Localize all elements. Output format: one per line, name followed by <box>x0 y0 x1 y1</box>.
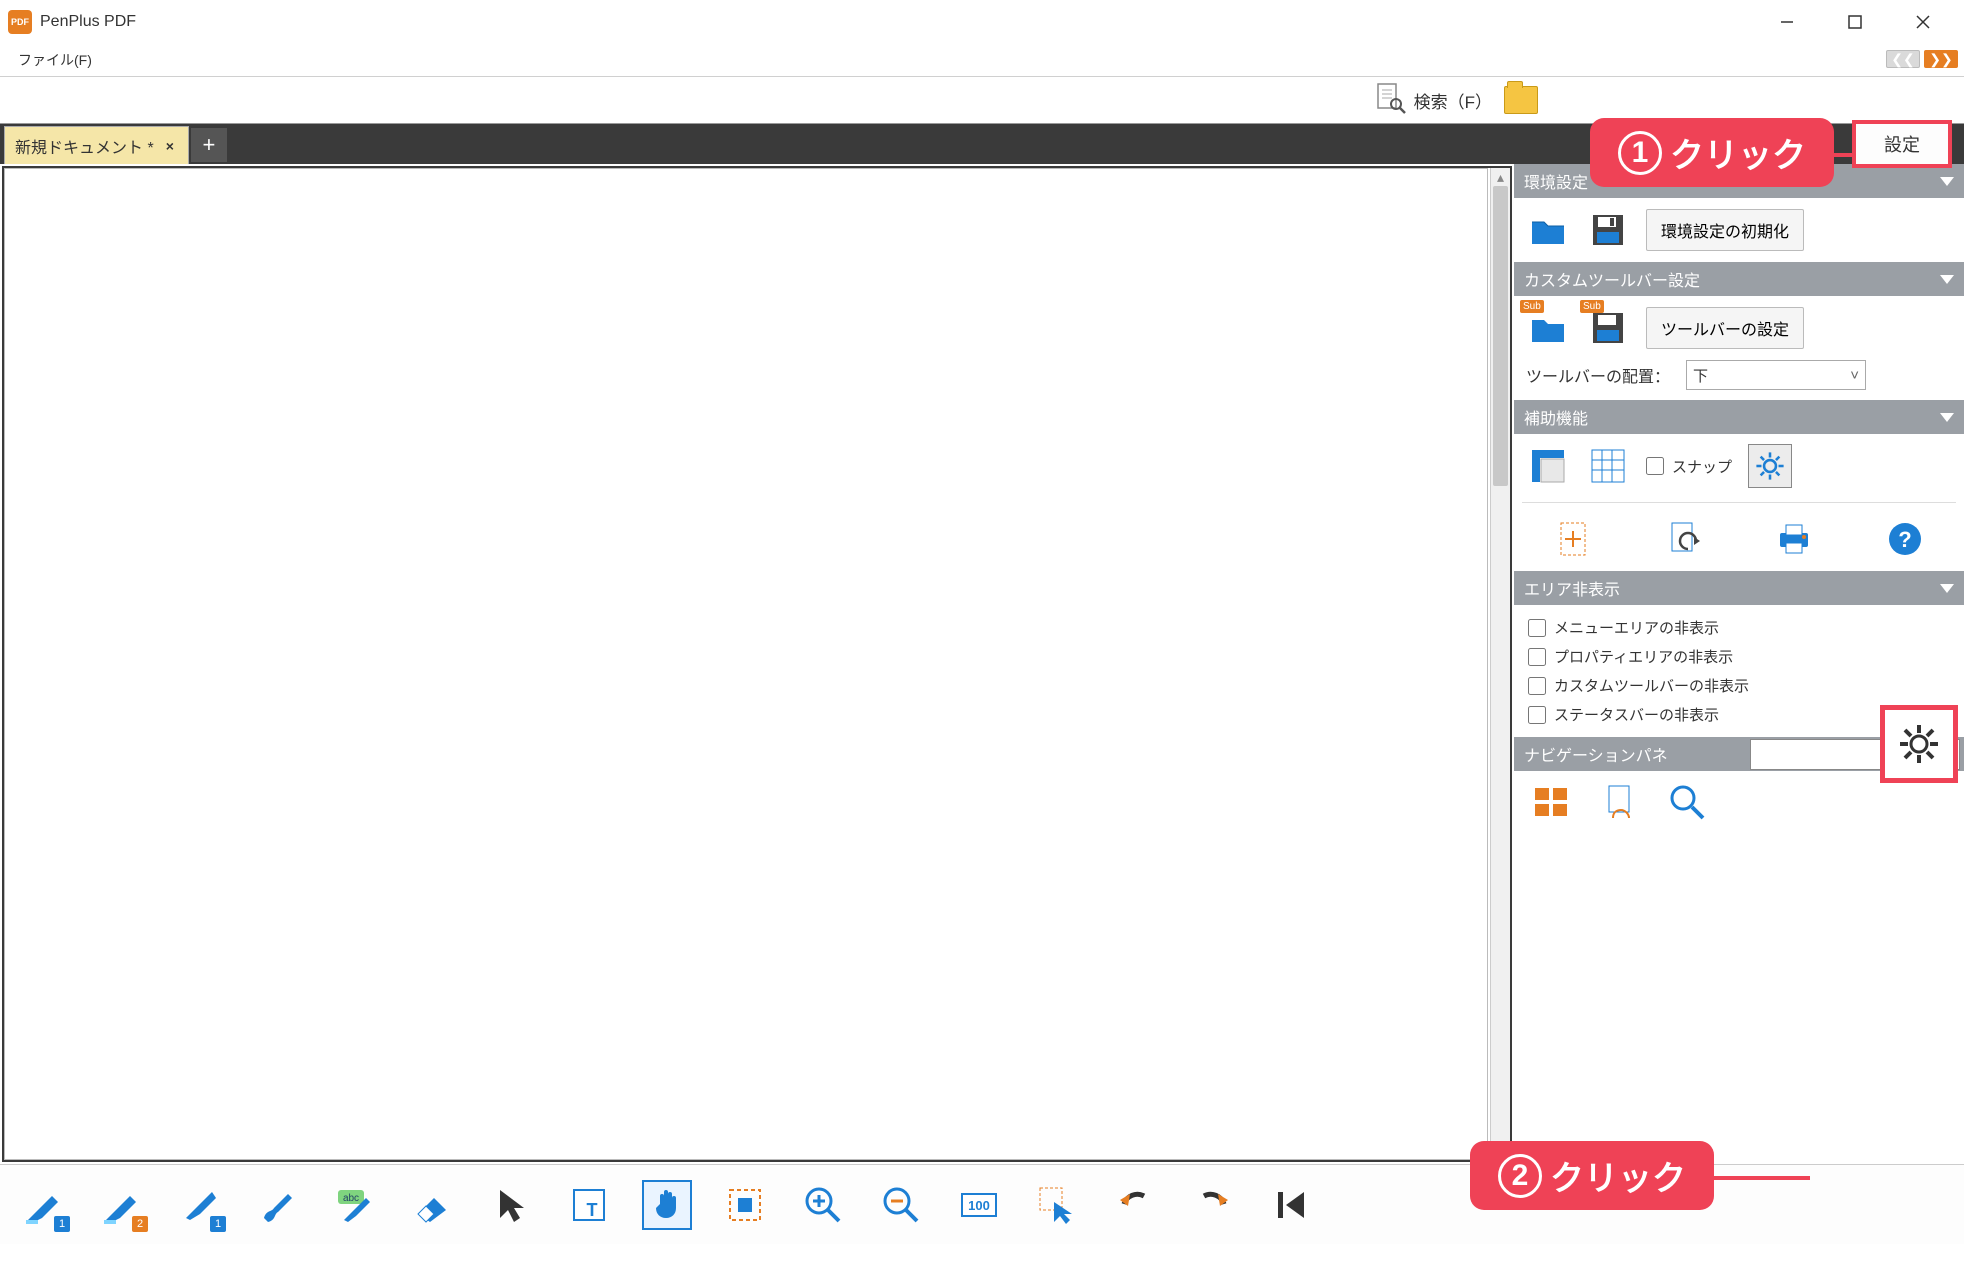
callout-1-num: 1 <box>1618 131 1662 175</box>
toolbar-position-label: ツールバーの配置： <box>1526 363 1670 387</box>
snap-checkbox[interactable]: スナップ <box>1646 452 1732 481</box>
page-rotate-icon[interactable] <box>1662 517 1706 561</box>
menu-file[interactable]: ファイル(F) <box>10 46 100 74</box>
svg-text:100: 100 <box>968 1198 990 1213</box>
badge-1: 1 <box>54 1216 70 1232</box>
callout-2-text: クリック <box>1550 1151 1686 1200</box>
section-header-area-hide[interactable]: エリア非表示 <box>1514 571 1964 605</box>
badge-3: 1 <box>210 1216 226 1232</box>
maximize-button[interactable] <box>1832 7 1878 37</box>
forward-icon[interactable]: ❯❯ <box>1924 50 1958 68</box>
badge-2: 2 <box>132 1216 148 1232</box>
tab-label: 新規ドキュメント * <box>15 134 154 158</box>
redo-tool[interactable] <box>1188 1180 1238 1230</box>
undo-tool[interactable] <box>1110 1180 1160 1230</box>
zoom-out-tool[interactable] <box>876 1180 926 1230</box>
toolbar-settings-button[interactable]: ツールバーの設定 <box>1646 307 1804 349</box>
rewind-icon[interactable]: ❮❮ <box>1886 50 1920 68</box>
pointer-tool[interactable] <box>486 1180 536 1230</box>
page-insert-icon[interactable] <box>1551 517 1595 561</box>
thumbnails-icon[interactable] <box>1526 777 1576 827</box>
search-doc-icon[interactable] <box>1374 82 1408 119</box>
callout-click-1: 1 クリック <box>1590 118 1834 187</box>
scroll-up-arrow[interactable]: ▴ <box>1491 168 1510 186</box>
hide-menu-checkbox[interactable]: メニューエリアの非表示 <box>1528 613 1950 642</box>
highlighter-2-tool[interactable]: 2 <box>96 1180 146 1230</box>
new-tab-button[interactable]: + <box>191 128 227 162</box>
hand-pan-icon[interactable] <box>1594 777 1644 827</box>
hide-custom-toolbar-checkbox[interactable]: カスタムツールバーの非表示 <box>1528 671 1950 700</box>
marker-tool[interactable]: 1 <box>174 1180 224 1230</box>
document-tab[interactable]: 新規ドキュメント * × <box>4 126 189 164</box>
callout-click-2: 2 クリック <box>1470 1141 1714 1210</box>
collapse-icon <box>1940 584 1954 593</box>
assist-gear-icon[interactable] <box>1748 444 1792 488</box>
text-box-tool[interactable]: T <box>564 1180 614 1230</box>
svg-text:T: T <box>587 1200 598 1220</box>
settings-button[interactable]: 設定 <box>1852 120 1952 168</box>
window-title: PenPlus PDF <box>40 13 1764 31</box>
close-button[interactable] <box>1900 7 1946 37</box>
app-icon: PDF <box>8 10 32 34</box>
zoom-search-icon[interactable] <box>1662 777 1712 827</box>
properties-panel: 環境設定 環境設定の初期化 カスタムツールバー設定 Sub Sub ツールバーの… <box>1514 164 1964 1164</box>
hand-tool[interactable] <box>642 1180 692 1230</box>
canvas-wrap: ▴ ▾ <box>2 166 1512 1162</box>
toolbar-position-value: 下 <box>1693 365 1708 386</box>
section-header-assist[interactable]: 補助機能 <box>1514 400 1964 434</box>
main-area: ▴ ▾ 環境設定 環境設定の初期化 カスタムツールバー設定 Sub <box>0 164 1964 1164</box>
hide-property-checkbox[interactable]: プロパティエリアの非表示 <box>1528 642 1950 671</box>
section-header-assist-label: 補助機能 <box>1524 405 1588 429</box>
vertical-scrollbar[interactable]: ▴ ▾ <box>1490 168 1510 1160</box>
brush-tool[interactable] <box>252 1180 302 1230</box>
tab-close-button[interactable]: × <box>162 138 178 154</box>
text-highlight-tool[interactable]: abc <box>330 1180 380 1230</box>
titlebar: PDF PenPlus PDF <box>0 0 1964 44</box>
open-folder-icon[interactable] <box>1504 86 1538 114</box>
section-header-env-label: 環境設定 <box>1524 169 1588 193</box>
highlighter-1-tool[interactable]: 1 <box>18 1180 68 1230</box>
toolbar-position-select[interactable]: 下˅ <box>1686 360 1866 390</box>
minimize-button[interactable] <box>1764 7 1810 37</box>
settings-gear-highlighted[interactable] <box>1880 705 1958 783</box>
section-header-nav-label: ナビゲーションパネ <box>1524 742 1668 766</box>
ruler-icon[interactable] <box>1526 444 1570 488</box>
search-label: 検索（F） <box>1414 88 1492 113</box>
sub-badge: Sub <box>1580 300 1604 313</box>
reset-env-button[interactable]: 環境設定の初期化 <box>1646 209 1804 251</box>
callout-2-num: 2 <box>1498 1154 1542 1198</box>
eraser-tool[interactable] <box>408 1180 458 1230</box>
help-icon[interactable]: ? <box>1883 517 1927 561</box>
print-icon[interactable] <box>1772 517 1816 561</box>
callout-1-text: クリック <box>1670 128 1806 177</box>
goto-start-tool[interactable] <box>1266 1180 1316 1230</box>
section-header-area-label: エリア非表示 <box>1524 576 1620 600</box>
collapse-icon <box>1940 177 1954 186</box>
settings-button-label: 設定 <box>1884 131 1920 157</box>
pointer-select-tool[interactable] <box>1032 1180 1082 1230</box>
save-sub-config-icon[interactable]: Sub <box>1586 306 1630 350</box>
select-marquee-tool[interactable] <box>720 1180 770 1230</box>
grid-icon[interactable] <box>1586 444 1630 488</box>
collapse-icon <box>1940 275 1954 284</box>
collapse-icon <box>1940 413 1954 422</box>
section-header-custom-label: カスタムツールバー設定 <box>1524 267 1700 291</box>
menubar: ファイル(F) ❮❮ ❯❯ <box>0 44 1964 76</box>
section-header-custom-toolbar[interactable]: カスタムツールバー設定 <box>1514 262 1964 296</box>
open-config-icon[interactable] <box>1526 208 1570 252</box>
upper-toolbar: 検索（F） <box>0 76 1964 124</box>
zoom-in-tool[interactable] <box>798 1180 848 1230</box>
document-canvas[interactable] <box>4 168 1488 1160</box>
chevron-down-icon: ˅ <box>1850 367 1859 384</box>
svg-text:abc: abc <box>343 1193 359 1204</box>
open-sub-config-icon[interactable]: Sub <box>1526 306 1570 350</box>
sub-badge: Sub <box>1520 300 1544 313</box>
save-config-icon[interactable] <box>1586 208 1630 252</box>
zoom-100-tool[interactable]: 100 <box>954 1180 1004 1230</box>
scrollbar-thumb[interactable] <box>1493 186 1508 486</box>
svg-text:?: ? <box>1898 527 1911 552</box>
